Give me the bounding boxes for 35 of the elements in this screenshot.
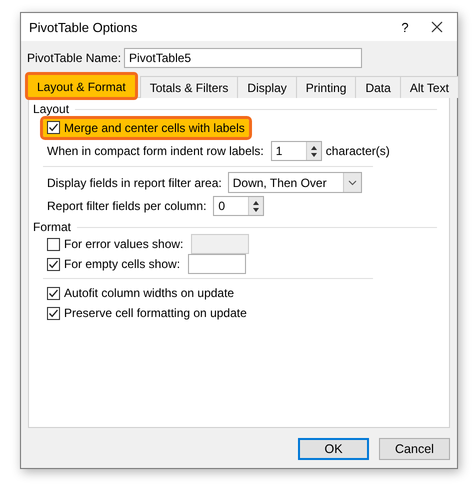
chevron-down-icon[interactable]	[348, 180, 357, 186]
tab[interactable]: Totals & Filters	[140, 76, 238, 98]
checkbox[interactable]	[47, 238, 60, 250]
checkbox-label: Autofit column widths on update	[64, 286, 234, 300]
tab[interactable]: Display	[237, 76, 297, 98]
checkbox[interactable]	[47, 306, 60, 320]
section-title: Format	[33, 220, 72, 234]
name-field[interactable]: PivotTable5	[124, 48, 362, 68]
tab[interactable]: Data	[355, 76, 401, 98]
ok-button[interactable]: OK	[298, 438, 369, 460]
number-spinner[interactable]: 1	[270, 140, 322, 160]
cancel-button[interactable]: Cancel	[379, 438, 450, 460]
checkbox[interactable]	[47, 286, 60, 300]
input-field[interactable]	[188, 254, 246, 274]
dropdown[interactable]: Down, Then Over	[228, 172, 362, 193]
indent-label: When in compact form indent row labels:	[47, 144, 264, 158]
tab[interactable]: Layout & Format	[27, 74, 136, 98]
unit-label: character(s)	[326, 144, 390, 158]
checkbox-label: For empty cells show:	[64, 257, 180, 271]
tab[interactable]: Printing	[296, 76, 356, 98]
name-label: PivotTable Name:	[27, 51, 122, 65]
section-title: Layout	[33, 102, 70, 116]
number-spinner[interactable]: 0	[213, 196, 264, 216]
filter-count-label: Report filter fields per column:	[47, 198, 206, 212]
filter-area-label: Display fields in report filter area:	[47, 176, 222, 190]
tab[interactable]: Alt Text	[400, 76, 459, 98]
help-button[interactable]: ?	[385, 20, 425, 34]
checkbox-label: Preserve cell formatting on update	[64, 306, 247, 320]
checkbox-label: Merge and center cells with labels	[64, 120, 245, 134]
checkbox-label: For error values show:	[64, 237, 184, 251]
checkbox[interactable]	[47, 121, 60, 134]
close-icon[interactable]	[431, 21, 443, 33]
checkbox[interactable]	[47, 258, 60, 270]
window-title: PivotTable Options	[29, 20, 138, 34]
input-field[interactable]	[191, 234, 250, 254]
